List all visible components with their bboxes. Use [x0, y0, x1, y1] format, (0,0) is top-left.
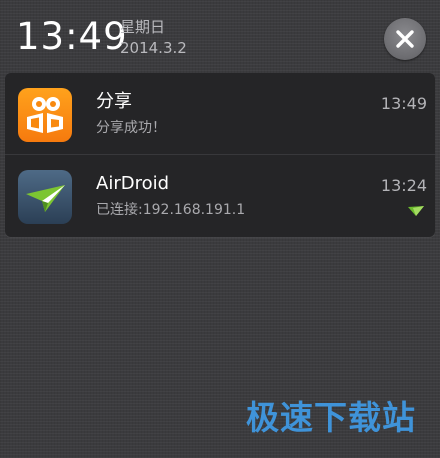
close-icon [396, 30, 414, 48]
watermark: 极速下载站 [246, 398, 416, 437]
clock: 13:49 [16, 15, 128, 58]
clear-notifications-button[interactable] [384, 18, 426, 60]
date-label: 2014.3.2 [120, 39, 187, 57]
airdroid-small-icon [408, 206, 424, 216]
date-block: 星期日 2014.3.2 [120, 17, 187, 59]
notification-time: 13:49 [380, 94, 427, 113]
notification-text: 已连接:192.168.191.1 [96, 202, 246, 218]
airdroid-paper-plane-icon [18, 170, 72, 224]
notification-header: 13:49 星期日 2014.3.2 [0, 0, 440, 70]
notification-item-airdroid[interactable]: AirDroid 已连接:192.168.191.1 13:24 [5, 155, 435, 237]
notification-time: 13:24 [380, 176, 427, 195]
notification-title: 分享 [96, 91, 132, 112]
notification-title: AirDroid [96, 173, 170, 194]
weekday-label: 星期日 [120, 18, 166, 36]
notification-list: 分享 分享成功！ 13:49 AirDroid 已连接:192.168.191.… [5, 73, 435, 237]
notification-item-share[interactable]: 分享 分享成功！ 13:49 [5, 73, 435, 155]
notification-text: 分享成功！ [96, 120, 166, 136]
kuaibo-share-icon [18, 88, 72, 142]
